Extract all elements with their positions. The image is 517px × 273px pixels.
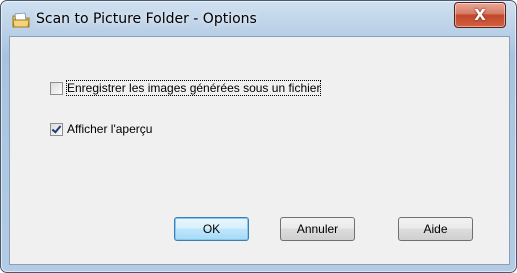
ok-button[interactable]: OK (174, 217, 249, 241)
show-preview-option[interactable]: Afficher l'aperçu (50, 122, 152, 136)
options-dialog: Scan to Picture Folder - Options X Enreg… (0, 0, 517, 273)
help-button[interactable]: Aide (398, 217, 473, 241)
scanner-folder-icon (12, 12, 30, 28)
cancel-button[interactable]: Annuler (280, 217, 355, 241)
save-to-file-checkbox[interactable] (50, 81, 63, 95)
save-to-file-label[interactable]: Enregistrer les images générées sous un … (65, 80, 322, 96)
window-title: Scan to Picture Folder - Options (36, 11, 257, 27)
show-preview-checkbox[interactable] (50, 122, 63, 136)
save-to-file-option[interactable]: Enregistrer les images générées sous un … (50, 80, 322, 96)
title-bar[interactable]: Scan to Picture Folder - Options X (1, 1, 516, 36)
close-icon: X (474, 6, 486, 24)
close-button[interactable]: X (454, 2, 506, 28)
show-preview-label[interactable]: Afficher l'aperçu (67, 122, 152, 136)
dialog-content: Enregistrer les images générées sous un … (9, 36, 510, 265)
